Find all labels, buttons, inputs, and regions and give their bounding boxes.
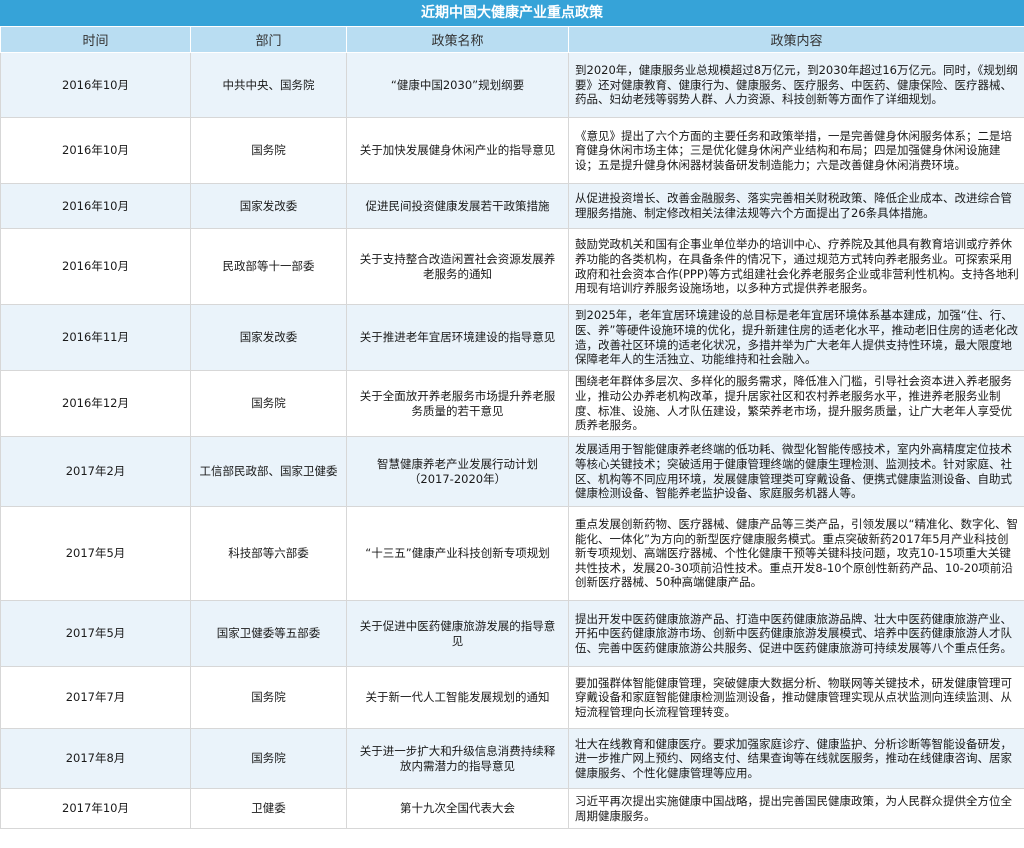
cell-time: 2017年2月 [0,436,191,507]
table-row: 2016年10月 民政部等十一部委 关于支持整合改造闲置社会资源发展养老服务的通… [0,228,1024,305]
cell-content: 到2025年，老年宜居环境建设的总目标是老年宜居环境体系基本建成，加强“住、行、… [568,304,1024,371]
cell-name: “健康中国2030”规划纲要 [346,52,569,118]
table-title: 近期中国大健康产业重点政策 [0,0,1024,26]
table-row: 2017年2月 工信部民政部、国家卫健委 智慧健康养老产业发展行动计划（2017… [0,436,1024,507]
cell-time: 2016年10月 [0,183,191,229]
cell-name: 关于推进老年宜居环境建设的指导意见 [346,304,569,371]
cell-name: 第十九次全国代表大会 [346,788,569,829]
cell-time: 2017年5月 [0,506,191,601]
cell-content: 《意见》提出了六个方面的主要任务和政策举措，一是完善健身休闲服务体系；二是培育健… [568,117,1024,184]
header-time: 时间 [0,26,191,53]
header-row: 时间 部门 政策名称 政策内容 [0,26,1024,53]
cell-time: 2016年11月 [0,304,191,371]
cell-content: 鼓励党政机关和国有企事业单位举办的培训中心、疗养院及其他具有教育培训或疗养休养功… [568,228,1024,305]
cell-time: 2017年8月 [0,728,191,789]
header-dept: 部门 [190,26,347,53]
table-row: 2016年10月 国务院 关于加快发展健身休闲产业的指导意见 《意见》提出了六个… [0,117,1024,184]
cell-dept: 国家发改委 [190,304,347,371]
cell-dept: 国家发改委 [190,183,347,229]
cell-content: 提出开发中医药健康旅游产品、打造中医药健康旅游品牌、壮大中医药健康旅游产业、开拓… [568,600,1024,667]
cell-dept: 民政部等十一部委 [190,228,347,305]
cell-time: 2017年10月 [0,788,191,829]
cell-name: 智慧健康养老产业发展行动计划（2017-2020年） [346,436,569,507]
cell-content: 壮大在线教育和健康医疗。要求加强家庭诊疗、健康监护、分析诊断等智能设备研发，进一… [568,728,1024,789]
cell-name: 关于支持整合改造闲置社会资源发展养老服务的通知 [346,228,569,305]
cell-time: 2016年12月 [0,370,191,437]
cell-time: 2016年10月 [0,228,191,305]
table-row: 2016年10月 国家发改委 促进民间投资健康发展若干政策措施 从促进投资增长、… [0,183,1024,229]
cell-time: 2016年10月 [0,117,191,184]
table-row: 2017年7月 国务院 关于新一代人工智能发展规划的通知 要加强群体智能健康管理… [0,666,1024,729]
table-row: 2017年5月 科技部等六部委 “十三五”健康产业科技创新专项规划 重点发展创新… [0,506,1024,601]
table-row: 2016年10月 中共中央、国务院 “健康中国2030”规划纲要 到2020年，… [0,52,1024,118]
cell-dept: 国务院 [190,117,347,184]
table-row: 2017年5月 国家卫健委等五部委 关于促进中医药健康旅游发展的指导意见 提出开… [0,600,1024,667]
cell-content: 要加强群体智能健康管理，突破健康大数据分析、物联网等关键技术，研发健康管理可穿戴… [568,666,1024,729]
cell-time: 2016年10月 [0,52,191,118]
cell-dept: 卫健委 [190,788,347,829]
table-row: 2016年11月 国家发改委 关于推进老年宜居环境建设的指导意见 到2025年，… [0,304,1024,371]
cell-content: 围绕老年群体多层次、多样化的服务需求，降低准入门槛，引导社会资本进入养老服务业，… [568,370,1024,437]
header-content: 政策内容 [568,26,1024,53]
cell-content: 习近平再次提出实施健康中国战略，提出完善国民健康政策，为人民群众提供全方位全周期… [568,788,1024,829]
cell-name: 关于新一代人工智能发展规划的通知 [346,666,569,729]
header-name: 政策名称 [346,26,569,53]
cell-content: 发展适用于智能健康养老终端的低功耗、微型化智能传感技术，室内外高精度定位技术等核… [568,436,1024,507]
cell-name: “十三五”健康产业科技创新专项规划 [346,506,569,601]
cell-dept: 国务院 [190,728,347,789]
cell-name: 关于全面放开养老服务市场提升养老服务质量的若干意见 [346,370,569,437]
cell-dept: 国务院 [190,370,347,437]
cell-name: 关于进一步扩大和升级信息消费持续释放内需潜力的指导意见 [346,728,569,789]
cell-dept: 国家卫健委等五部委 [190,600,347,667]
cell-content: 从促进投资增长、改善金融服务、落实完善相关财税政策、降低企业成本、改进综合管理服… [568,183,1024,229]
cell-time: 2017年5月 [0,600,191,667]
cell-name: 关于加快发展健身休闲产业的指导意见 [346,117,569,184]
table-row: 2016年12月 国务院 关于全面放开养老服务市场提升养老服务质量的若干意见 围… [0,370,1024,437]
cell-content: 到2020年，健康服务业总规模超过8万亿元，到2030年超过16万亿元。同时，《… [568,52,1024,118]
cell-dept: 中共中央、国务院 [190,52,347,118]
cell-time: 2017年7月 [0,666,191,729]
table-row: 2017年10月 卫健委 第十九次全国代表大会 习近平再次提出实施健康中国战略，… [0,788,1024,829]
table-row: 2017年8月 国务院 关于进一步扩大和升级信息消费持续释放内需潜力的指导意见 … [0,728,1024,789]
cell-name: 促进民间投资健康发展若干政策措施 [346,183,569,229]
policy-table: 时间 部门 政策名称 政策内容 2016年10月 中共中央、国务院 “健康中国2… [0,26,1024,829]
cell-name: 关于促进中医药健康旅游发展的指导意见 [346,600,569,667]
cell-dept: 科技部等六部委 [190,506,347,601]
cell-content: 重点发展创新药物、医疗器械、健康产品等三类产品，引领发展以“精准化、数字化、智能… [568,506,1024,601]
cell-dept: 国务院 [190,666,347,729]
cell-dept: 工信部民政部、国家卫健委 [190,436,347,507]
